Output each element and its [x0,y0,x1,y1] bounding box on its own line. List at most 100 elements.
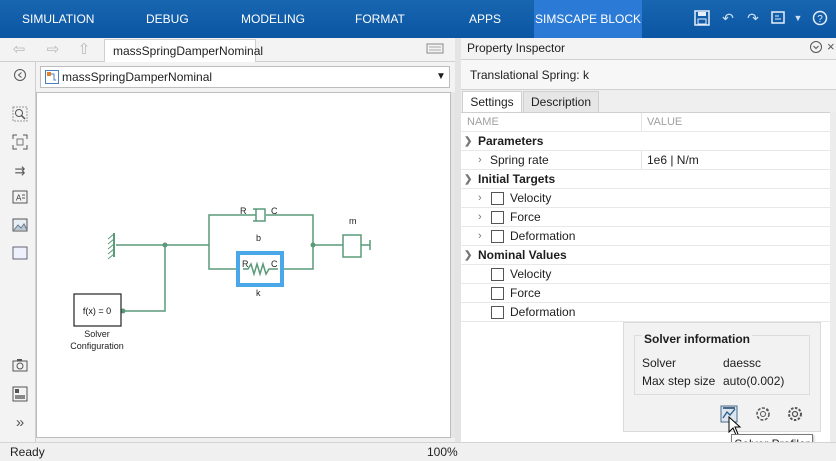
checkbox[interactable] [491,306,504,319]
tab-debug[interactable]: DEBUG [146,0,189,38]
svg-text:A: A [16,194,22,203]
chevron-down-icon[interactable]: ❯ [464,132,472,151]
ground-reference-block[interactable] [107,233,115,260]
gear-icon[interactable] [786,405,804,426]
section-parameters[interactable]: ❯ Parameters [461,132,830,151]
block-diagram: R C b R C k m f(x) = 0 Solver Configurat… [70,206,371,351]
screenshot-icon[interactable] [11,358,29,376]
table-row[interactable]: Force [461,284,830,303]
close-icon[interactable]: × [827,39,835,54]
section-initial-targets[interactable]: ❯ Initial Targets [461,170,830,189]
damper-block-b[interactable]: R C b [240,206,278,243]
property-inspector-icon[interactable] [11,386,29,404]
refresh-settings-icon[interactable] [754,405,772,426]
panel-title: Property Inspector [467,41,566,55]
table-row[interactable]: › Spring rate 1e6 | N/m [461,151,830,170]
back-arrow-icon[interactable]: ⇦ [10,41,28,59]
property-inspector-header: Property Inspector × [461,38,836,60]
image-icon[interactable] [11,218,29,236]
spring-label: k [256,288,261,298]
section-label: Nominal Values [478,248,567,262]
panel-menu-icon[interactable] [809,40,823,57]
target-label: Velocity [510,191,552,205]
damper-port-c: C [271,206,278,216]
status-bar: Ready 100% [0,442,836,460]
redo-icon[interactable]: ↷ [745,10,761,26]
up-arrow-icon[interactable]: ⇧ [75,41,93,59]
column-value-header: VALUE [647,116,683,128]
model-tab[interactable]: massSpringDamperNominal [104,39,263,63]
chevron-right-icon[interactable]: › [478,208,482,227]
table-row[interactable]: › Force [461,208,830,227]
spring-block-k[interactable]: R C k [236,251,284,298]
chevron-down-icon[interactable]: ❯ [464,170,472,189]
hide-browser-icon[interactable] [11,68,29,86]
section-nominal-values[interactable]: ❯ Nominal Values [461,246,830,265]
solver-value: daessc [723,356,762,370]
checkbox[interactable] [491,268,504,281]
target-label: Deformation [510,229,576,243]
tab-simscape-block[interactable]: SIMSCAPE BLOCK [534,0,642,38]
tab-description[interactable]: Description [523,91,599,112]
solver-information-panel: Solver information Solver daessc Max ste… [623,322,821,432]
signal-arrow-icon[interactable]: ⇉ [11,162,29,180]
param-value[interactable]: 1e6 | N/m [647,151,699,170]
tab-simulation[interactable]: SIMULATION [22,0,96,38]
connection-lines [116,214,343,312]
zoom-in-icon[interactable] [11,106,29,124]
max-step-value: auto(0.002) [723,374,785,388]
table-header: NAME VALUE [461,113,830,132]
tab-format[interactable]: FORMAT [355,0,405,38]
chevron-down-icon[interactable]: ▼ [436,71,446,82]
max-step-label: Max step size [642,374,716,388]
ribbon-tab-bar: SIMULATION DEBUG MODELING FORMAT APPS SI… [0,0,836,38]
spring-port-r: R [242,259,249,269]
mass-label: m [349,216,357,226]
table-row[interactable]: › Deformation [461,227,830,246]
chevron-right-icon[interactable]: › [478,151,482,170]
fit-to-view-icon[interactable] [11,134,29,152]
block-title: Translational Spring: k [470,68,589,82]
table-row[interactable]: › Velocity [461,189,830,208]
search-documentation-icon[interactable] [771,10,787,26]
model-breadcrumb-dropdown[interactable]: massSpringDamperNominal ▼ [40,66,450,88]
chevron-right-icon[interactable]: › [478,189,482,208]
target-label: Force [510,210,541,224]
forward-arrow-icon[interactable]: ⇨ [44,41,62,59]
damper-label: b [256,233,261,243]
checkbox[interactable] [491,230,504,243]
hide-explorer-icon[interactable] [426,41,444,59]
spring-port-c: C [271,259,278,269]
expand-toolstrip-icon[interactable]: » [11,414,29,432]
chevron-down-icon[interactable]: ▼ [790,10,806,26]
status-text: Ready [10,445,45,459]
area-icon[interactable] [11,246,29,264]
solver-info-title: Solver information [642,332,753,346]
block-title-bar: Translational Spring: k [461,60,836,90]
chevron-right-icon[interactable]: › [478,227,482,246]
table-row[interactable]: Deformation [461,303,830,322]
solver-configuration-block[interactable]: f(x) = 0 Solver Configuration [70,293,124,351]
mass-block-m[interactable]: m [342,216,371,258]
chevron-down-icon[interactable]: ❯ [464,246,472,265]
param-name: Spring rate [490,153,549,167]
checkbox[interactable] [491,211,504,224]
checkbox[interactable] [491,192,504,205]
nominal-label: Velocity [510,267,552,281]
help-icon[interactable]: ? [812,10,828,26]
save-icon[interactable] [694,10,710,26]
table-row[interactable]: Velocity [461,265,830,284]
tab-settings[interactable]: Settings [462,91,522,112]
solver-block-text: f(x) = 0 [83,306,111,316]
nominal-label: Force [510,286,541,300]
annotation-icon[interactable]: A [11,190,29,208]
inspector-scrollbar[interactable] [830,112,836,442]
undo-icon[interactable]: ↶ [720,10,736,26]
checkbox[interactable] [491,287,504,300]
junction-dot [310,242,316,248]
model-canvas[interactable]: R C b R C k m f(x) = 0 Solver Configurat… [36,92,451,438]
tab-apps[interactable]: APPS [469,0,501,38]
solver-label: Solver [642,356,677,370]
tab-modeling[interactable]: MODELING [241,0,305,38]
svg-text:?: ? [817,14,823,25]
